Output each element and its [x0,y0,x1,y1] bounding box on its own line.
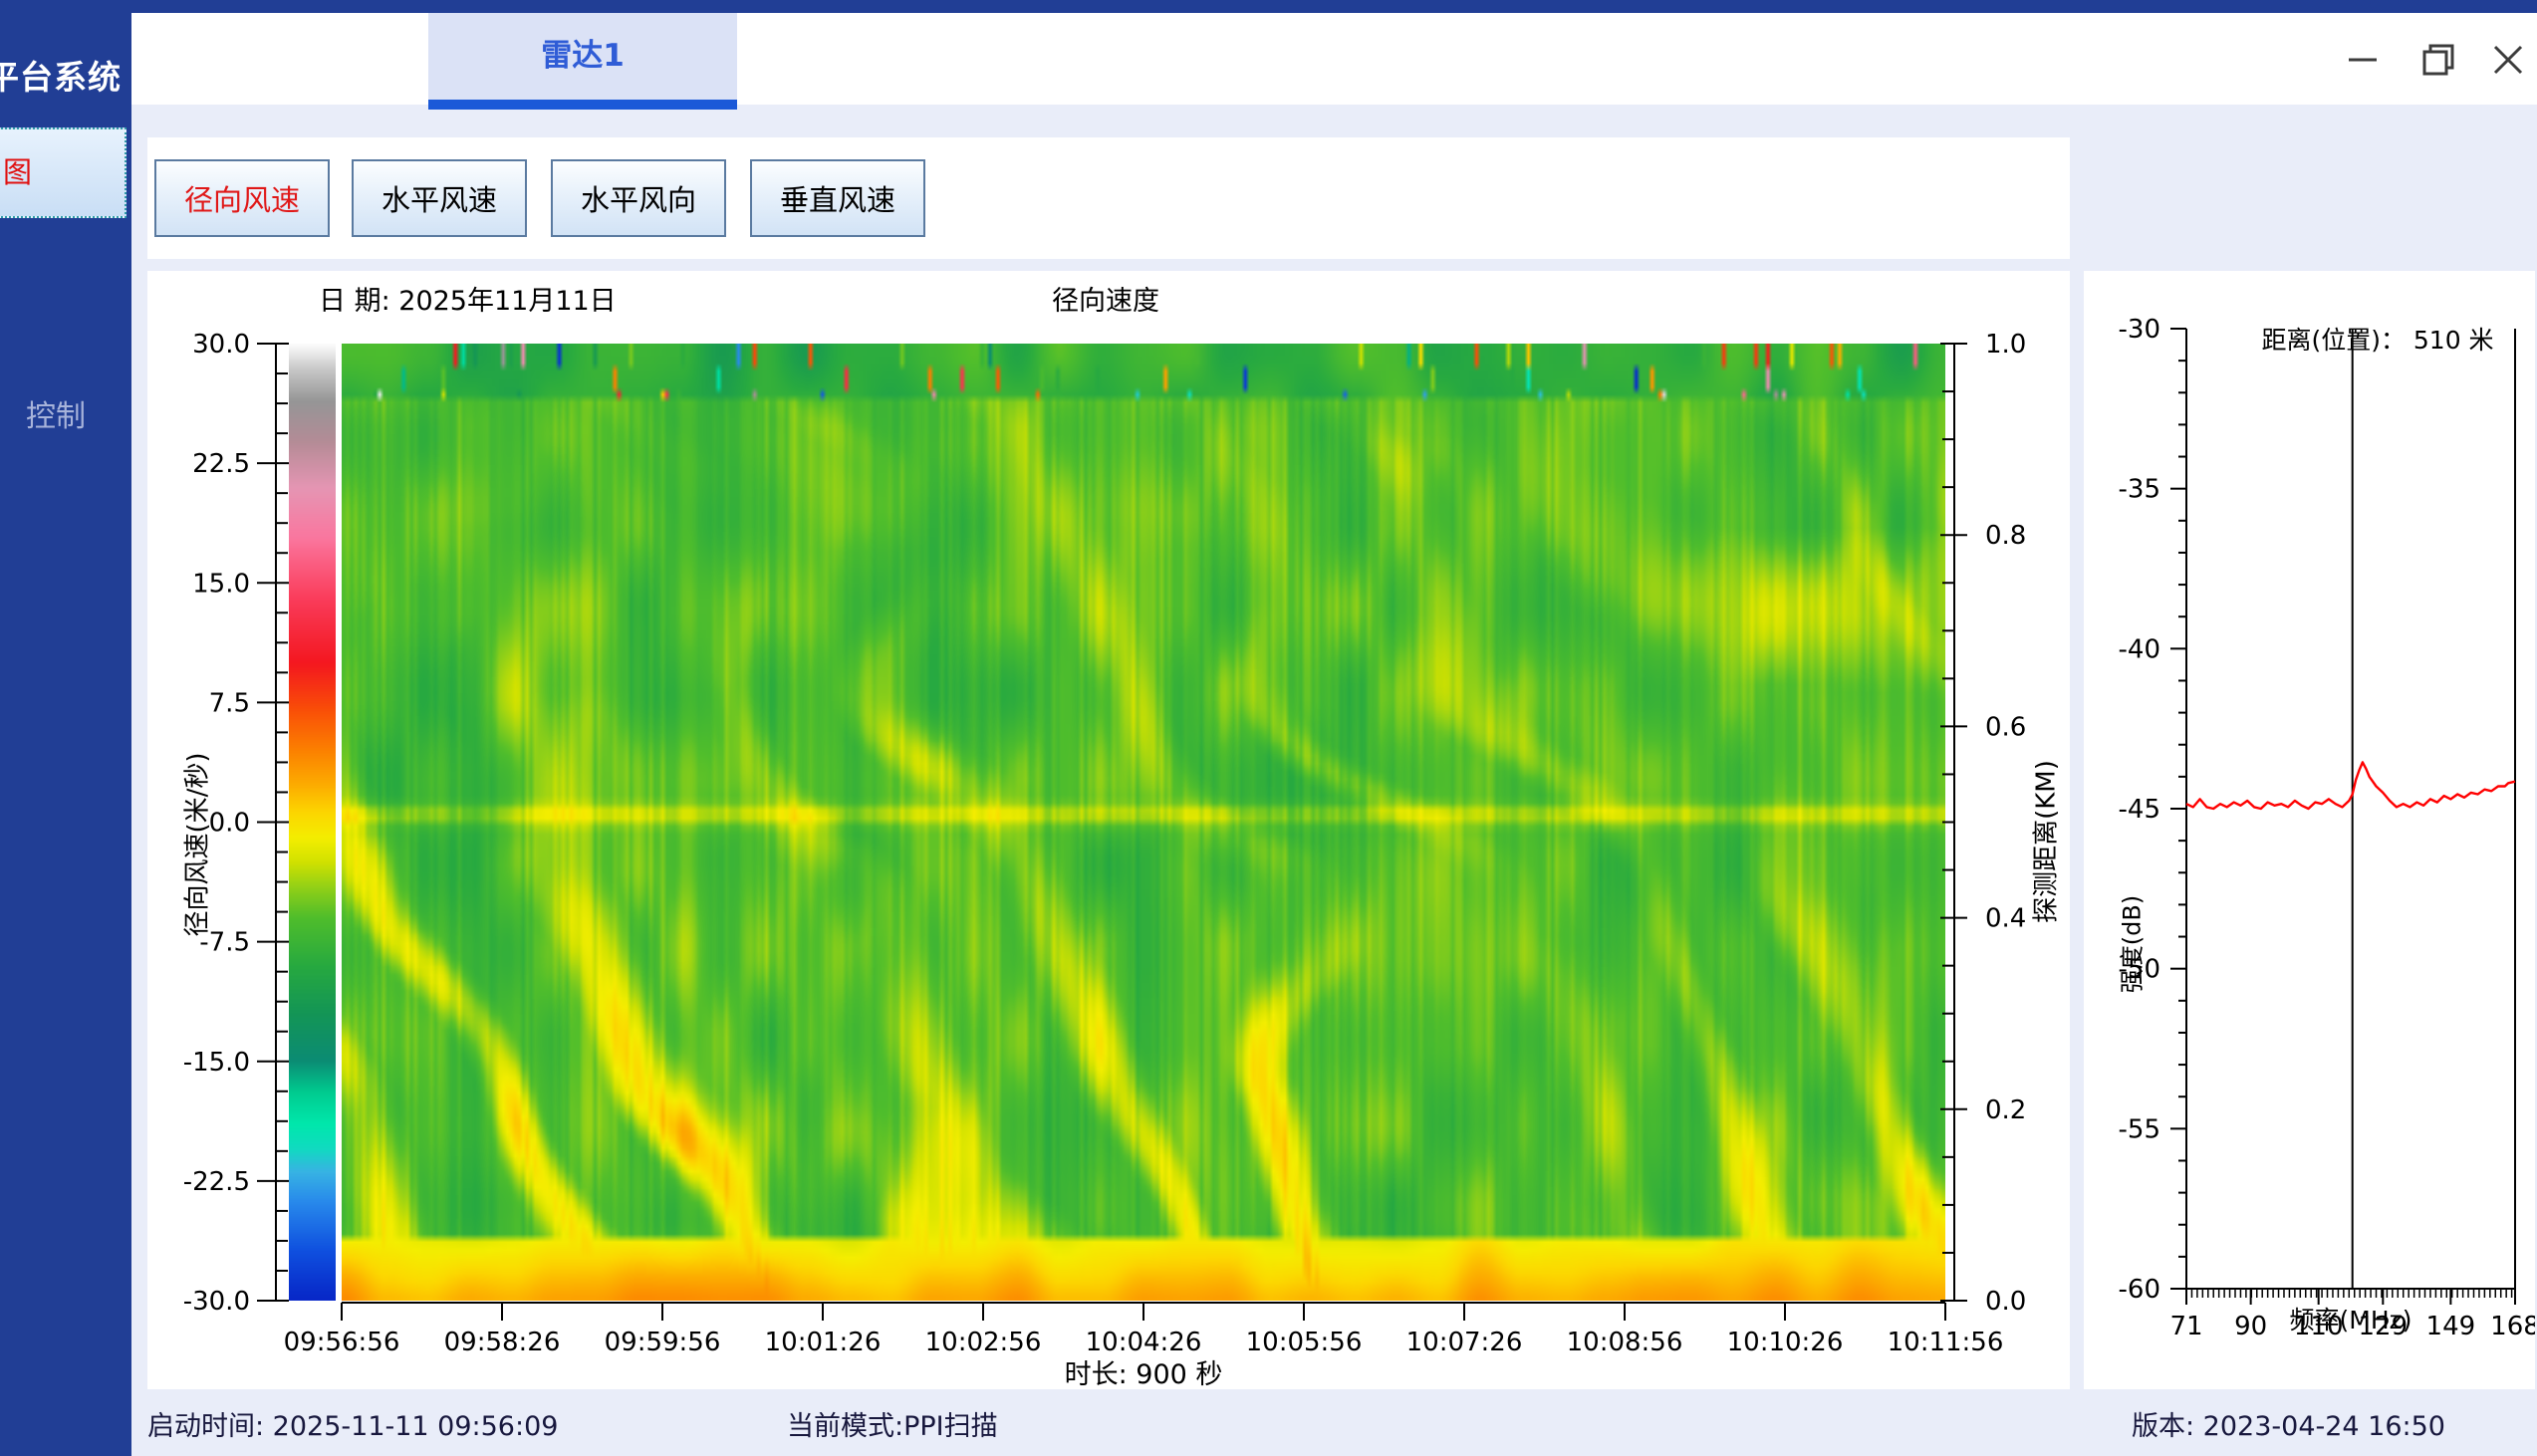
svg-text:168: 168 [2490,1312,2535,1341]
sidebar-item-chart[interactable]: 图 [0,127,127,218]
spectrum-title: 距离(位置)： 510 米 [2261,321,2493,357]
toolbar: 径向风速 水平风速 水平风向 垂直风速 [147,137,2070,259]
close-button[interactable] [2484,36,2532,84]
svg-text:09:59:56: 09:59:56 [605,1328,721,1357]
button-horizontal-wind-direction[interactable]: 水平风向 [551,159,726,237]
tab-active-underline [428,100,737,110]
button-radial-wind-speed[interactable]: 径向风速 [154,159,330,237]
tab-radar1[interactable]: 雷达1 [428,13,737,100]
svg-text:15.0: 15.0 [192,569,250,599]
svg-text:1.0: 1.0 [1985,330,2026,360]
svg-text:-30.0: -30.0 [183,1287,250,1317]
status-mode: 当前模式:PPI扫描 [787,1404,998,1443]
svg-text:30.0: 30.0 [192,330,250,360]
svg-text:10:11:56: 10:11:56 [1888,1328,2004,1357]
minimize-icon [2339,36,2387,84]
svg-text:0.8: 0.8 [1985,521,2026,551]
status-start-time: 启动时间: 2025-11-11 09:56:09 [147,1404,558,1443]
close-icon [2484,36,2532,84]
velocity-colorbar [289,344,336,1301]
spectrum-x-axis-label: 频率(MHz) [2290,1301,2412,1336]
svg-text:10:07:26: 10:07:26 [1406,1328,1523,1357]
status-version: 版本: 2023-04-24 16:50 [2132,1404,2445,1443]
sidebar-item-label: 图 [3,129,32,216]
svg-text:149: 149 [2426,1312,2476,1341]
svg-text:0.6: 0.6 [1985,712,2026,742]
svg-text:7.5: 7.5 [209,688,250,718]
svg-text:09:58:26: 09:58:26 [444,1328,561,1357]
svg-text:-40: -40 [2119,634,2160,664]
window-top-strip [0,0,2537,13]
spectrum-panel[interactable]: -30-35-40-45-50-55-607190110129149168 距离… [2084,271,2535,1389]
svg-text:0.0: 0.0 [1985,1287,2026,1317]
app-title: 平台系统 [0,51,145,99]
tab-label: 雷达1 [428,13,737,100]
svg-text:10:02:56: 10:02:56 [925,1328,1042,1357]
svg-text:-15.0: -15.0 [183,1048,250,1078]
svg-text:10:10:26: 10:10:26 [1727,1328,1844,1357]
svg-text:10:01:26: 10:01:26 [765,1328,882,1357]
heatmap-panel: 日 期: 2025年11月11日 径向速度 30.0 22.5 15.0 7.5 0.0… [147,271,2070,1389]
svg-text:09:56:56: 09:56:56 [284,1328,400,1357]
restore-icon [2414,36,2462,84]
restore-button[interactable] [2414,36,2462,84]
button-vertical-wind-speed[interactable]: 垂直风速 [750,159,925,237]
sidebar-item-control[interactable]: 控制 [26,391,86,435]
radial-velocity-heatmap[interactable] [342,344,1945,1301]
svg-text:-22.5: -22.5 [183,1167,250,1197]
svg-text:10:05:56: 10:05:56 [1246,1328,1363,1357]
svg-text:-60: -60 [2119,1275,2160,1305]
heatmap-y-axis-label: 径向风速(米/秒) [177,752,214,936]
heatmap-y2-axis-label: 探测距离(KM) [2026,760,2063,923]
app-window: 平台系统 图 控制 雷达1 径向风速 水平风速 水平风向 垂直风速 日 期: 2… [0,0,2537,1456]
svg-text:-55: -55 [2119,1114,2160,1144]
heatmap-x-axis-label: 时长: 900 秒 [1065,1352,1223,1391]
svg-text:-30: -30 [2119,315,2160,345]
svg-text:0.4: 0.4 [1985,904,2026,934]
svg-text:22.5: 22.5 [192,449,250,479]
button-horizontal-wind-speed[interactable]: 水平风速 [352,159,527,237]
svg-text:10:08:56: 10:08:56 [1567,1328,1683,1357]
svg-text:90: 90 [2234,1312,2267,1341]
heatmap-title: 径向速度 [1052,279,1159,318]
date-label: 日 期: 2025年11月11日 [319,279,617,318]
spectrum-plot: -30-35-40-45-50-55-607190110129149168 [2084,271,2535,1389]
spectrum-y-axis-label: 强度(dB) [2113,895,2148,993]
svg-text:71: 71 [2169,1312,2202,1341]
svg-text:0.0: 0.0 [209,809,250,839]
minimize-button[interactable] [2339,36,2387,84]
svg-text:-45: -45 [2119,795,2160,825]
sidebar: 平台系统 图 控制 [0,13,131,1456]
svg-text:-35: -35 [2119,475,2160,505]
svg-text:0.2: 0.2 [1985,1095,2026,1125]
